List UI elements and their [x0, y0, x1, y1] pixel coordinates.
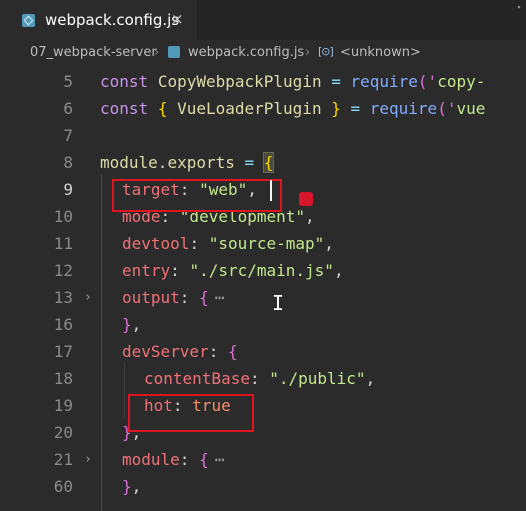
line-number: 21: [53, 450, 73, 469]
webpack-file-icon: [168, 46, 180, 58]
text-cursor: [270, 180, 272, 201]
code-text: module: {⋯: [122, 450, 225, 469]
code-text: const CopyWebpackPlugin = require('copy-: [100, 72, 486, 91]
mouse-ibeam-icon: I: [272, 291, 285, 315]
close-icon[interactable]: ×: [171, 10, 184, 28]
chevron-right-icon: ›: [305, 45, 311, 60]
code-text: },: [122, 315, 142, 334]
line-number: 13: [53, 288, 73, 307]
red-marker-icon: [299, 192, 313, 206]
line-number: 5: [63, 72, 73, 91]
fold-chevron-icon[interactable]: ›: [84, 284, 92, 311]
code-line: 12 entry: "./src/main.js",: [0, 257, 526, 284]
code-text: },: [122, 477, 142, 496]
code-text: contentBase: "./public",: [144, 369, 376, 388]
highlight-box-hot: [128, 394, 254, 432]
code-line: 17 devServer: {: [0, 338, 526, 365]
code-line: 18 contentBase: "./public",: [0, 365, 526, 392]
code-text: output: {⋯: [122, 288, 225, 307]
more-actions-icon[interactable]: [512, 4, 526, 20]
line-number: 7: [63, 126, 73, 145]
line-number: 60: [53, 477, 73, 496]
breadcrumb-symbol[interactable]: <unknown>: [340, 45, 421, 60]
line-number: 19: [53, 396, 73, 415]
code-line: 60 },: [0, 473, 526, 500]
symbol-variable-icon: [⊙]: [318, 45, 334, 58]
code-line: 21 › module: {⋯: [0, 446, 526, 473]
code-editor[interactable]: 5 const CopyWebpackPlugin = require('cop…: [0, 66, 526, 511]
tab-bar: webpack.config.js ×: [0, 0, 526, 40]
line-number: 9: [63, 180, 73, 199]
breadcrumb-file[interactable]: webpack.config.js: [188, 45, 304, 60]
code-line: 7: [0, 122, 526, 149]
breadcrumb: 07_webpack-server › webpack.config.js › …: [0, 40, 526, 66]
code-line: 8 module.exports = {: [0, 149, 526, 176]
code-line: 11 devtool: "source-map",: [0, 230, 526, 257]
line-number: 11: [53, 234, 73, 253]
chevron-right-icon: ›: [154, 45, 160, 60]
line-number: 10: [53, 207, 73, 226]
line-number: 6: [63, 99, 73, 118]
highlight-box-target: [112, 179, 282, 212]
code-text: entry: "./src/main.js",: [122, 261, 344, 280]
code-line: 5 const CopyWebpackPlugin = require('cop…: [0, 68, 526, 95]
code-text: module.exports = {: [100, 152, 275, 173]
webpack-file-icon: [22, 14, 35, 27]
fold-chevron-icon[interactable]: ›: [84, 446, 92, 473]
folded-ellipsis[interactable]: ⋯: [215, 450, 225, 469]
line-number: 16: [53, 315, 73, 334]
code-line: 19 hot: true: [0, 392, 526, 419]
code-line: 16 },: [0, 311, 526, 338]
code-text: devtool: "source-map",: [122, 234, 334, 253]
tab-webpack-config[interactable]: webpack.config.js ×: [0, 0, 198, 40]
line-number: 18: [53, 369, 73, 388]
code-text: devServer: {: [122, 342, 238, 361]
code-line: 13 › output: {⋯: [0, 284, 526, 311]
breadcrumb-folder[interactable]: 07_webpack-server: [30, 45, 157, 60]
code-line: 6 const { VueLoaderPlugin } = require('v…: [0, 95, 526, 122]
line-number: 12: [53, 261, 73, 280]
line-number: 17: [53, 342, 73, 361]
folded-ellipsis[interactable]: ⋯: [215, 288, 225, 307]
line-number: 20: [53, 423, 73, 442]
line-number: 8: [63, 153, 73, 172]
tab-label: webpack.config.js: [45, 11, 180, 29]
code-text: const { VueLoaderPlugin } = require('vue: [100, 99, 486, 118]
code-line: 20 },: [0, 419, 526, 446]
